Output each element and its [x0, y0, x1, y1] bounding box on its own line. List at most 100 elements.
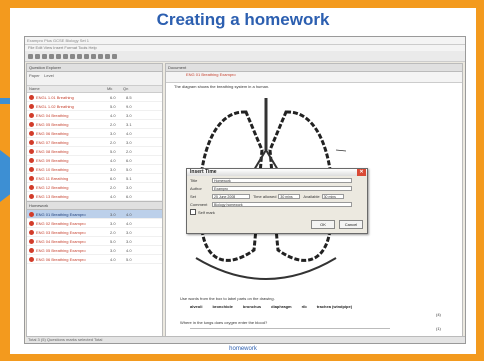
col-qn[interactable]: Qn [123, 86, 139, 92]
insert-time-dialog: Insert Time ✕ Title Homework Author Exam… [186, 168, 368, 234]
list-item[interactable]: ENG 01 Breathing Exampro 3.0 4.0 [27, 210, 162, 219]
zoom-icon[interactable] [105, 53, 110, 59]
document-tab[interactable]: ENG 01 Breathing Exampro [166, 72, 462, 83]
author-label: Author [190, 185, 202, 191]
question-2: Where in the lungs does oxygen enter the… [180, 320, 268, 325]
list-item[interactable]: ENG 04 Breathing 4.0 3.0 [27, 111, 162, 120]
time-input[interactable]: 30 mins [278, 193, 301, 199]
list-item[interactable]: ENG 05 Breathing 2.0 3.1 [27, 120, 162, 129]
item-marks: 2.0 [110, 121, 116, 127]
question-icon [29, 148, 34, 154]
slide-footer: homework [229, 346, 257, 352]
item-marks: 4.0 [110, 112, 116, 118]
item-number: 2.0 [126, 148, 132, 154]
question-icon [29, 247, 34, 253]
item-marks: 5.0 [110, 148, 116, 154]
item-marks: 2.0 [110, 184, 116, 190]
paper-filter-label[interactable]: Paper [29, 73, 40, 78]
field-set: Set 25 June 2008 Time allowed 30 mins Av… [187, 192, 367, 200]
item-number: 8.5 [126, 94, 132, 100]
list-item[interactable]: ENG 06 Breathing 3.0 4.0 [27, 129, 162, 138]
new-icon[interactable] [28, 53, 33, 59]
undo-icon[interactable] [91, 53, 96, 59]
bold-icon[interactable] [77, 53, 82, 59]
item-marks: 3.0 [110, 247, 116, 253]
copy-icon[interactable] [63, 53, 68, 59]
item-name: ENG 06 Breathing Exampro [36, 256, 86, 262]
column-headers: Name Mk Qn [27, 86, 162, 93]
item-marks: 3.0 [110, 130, 116, 136]
question-icon [29, 220, 34, 226]
question-icon [29, 238, 34, 244]
paste-icon[interactable] [70, 53, 75, 59]
item-number: 4.0 [126, 130, 132, 136]
redo-icon[interactable] [98, 53, 103, 59]
slide-frame: Creating a homework Exampro Plus GCSE Bi… [10, 8, 476, 354]
question-intro: The diagram shows the breathing system i… [174, 84, 270, 89]
list-item[interactable]: ENG 12 Breathing 2.0 3.0 [27, 183, 162, 192]
item-name: ENG 04 Breathing Exampro [36, 238, 86, 244]
ok-button[interactable]: OK [311, 220, 335, 229]
question-icon [29, 121, 34, 127]
item-number: 3.0 [126, 229, 132, 235]
available-input[interactable]: 30 mins [321, 193, 344, 199]
homework-list-header: Homework [27, 201, 162, 210]
list-item[interactable]: ENG 02 Breathing Exampro 3.0 4.0 [27, 219, 162, 228]
self-mark-checkbox[interactable] [190, 209, 196, 215]
item-number: 3.1 [126, 121, 132, 127]
item-number: 3.0 [126, 112, 132, 118]
option-alveoli: alveoli [190, 304, 203, 309]
question-explorer-panel: Question Explorer Paper Level Name Mk Qn… [26, 63, 163, 337]
option-trachea: trachea (windpipe) [316, 304, 353, 309]
status-bar: Total 3 (5) Questions marks selected Tot… [26, 336, 465, 343]
item-number: 4.0 [126, 247, 132, 253]
option-rib: rib [301, 304, 307, 309]
list-item[interactable]: ENG 03 Breathing Exampro 2.0 3.0 [27, 228, 162, 237]
question-icon [29, 157, 34, 163]
list-item[interactable]: ENG 13 Breathing 4.0 6.0 [27, 192, 162, 201]
help-icon[interactable] [112, 53, 117, 59]
author-input[interactable]: Exampro [212, 185, 352, 191]
cancel-button[interactable]: Cancel [339, 220, 363, 229]
homework-list: ENG 01 Breathing Exampro 3.0 4.0 ENG 02 Bre… [27, 210, 162, 264]
item-marks: 6.0 [110, 94, 116, 100]
list-item[interactable]: ENGL 1.02 Breathing 5.0 9.0 [27, 102, 162, 111]
item-marks: 2.0 [110, 139, 116, 145]
close-icon[interactable]: ✕ [357, 169, 366, 176]
list-item[interactable]: ENG 04 Breathing Exampro 5.0 3.0 [27, 237, 162, 246]
list-item[interactable]: ENG 05 Breathing Exampro 3.0 4.0 [27, 246, 162, 255]
level-filter-label[interactable]: Level [44, 73, 54, 78]
item-number: 3.0 [126, 184, 132, 190]
comment-input[interactable]: Biology homework [212, 201, 352, 207]
list-item[interactable]: ENG 11 Breathing 6.0 5.1 [27, 174, 162, 183]
italic-icon[interactable] [84, 53, 89, 59]
list-item[interactable]: ENG 07 Breathing 2.0 3.0 [27, 138, 162, 147]
dialog-title-text: Insert Time [190, 169, 217, 175]
item-number: 3.0 [126, 139, 132, 145]
col-name[interactable]: Name [29, 86, 107, 92]
col-mk[interactable]: Mk [107, 86, 123, 92]
print-icon[interactable] [49, 53, 54, 59]
question-icon [29, 166, 34, 172]
item-name: ENG 04 Breathing [36, 112, 69, 118]
question-icon [29, 103, 34, 109]
item-number: 6.0 [126, 157, 132, 163]
title-input[interactable]: Homework [212, 177, 352, 183]
list-item[interactable]: ENG 10 Breathing 3.0 5.0 [27, 165, 162, 174]
list-item[interactable]: ENG 08 Breathing 5.0 2.0 [27, 147, 162, 156]
item-name: ENGL 1.02 Breathing [36, 103, 74, 109]
save-icon[interactable] [42, 53, 47, 59]
open-icon[interactable] [35, 53, 40, 59]
toolbar [25, 51, 465, 62]
list-item[interactable]: ENGL 1.01 Breathing 6.0 8.5 [27, 93, 162, 102]
cut-icon[interactable] [56, 53, 61, 59]
time-label: Time allowed [253, 193, 277, 199]
item-name: ENG 02 Breathing Exampro [36, 220, 86, 226]
question-icon [29, 256, 34, 262]
item-name: ENG 05 Breathing [36, 121, 69, 127]
list-item[interactable]: ENG 06 Breathing Exampro 4.0 5.0 [27, 255, 162, 264]
item-marks: 4.0 [110, 256, 116, 262]
option-bronchiole: bronchiole [212, 304, 233, 309]
set-input[interactable]: 25 June 2008 [212, 193, 250, 199]
list-item[interactable]: ENG 09 Breathing 4.0 6.0 [27, 156, 162, 165]
